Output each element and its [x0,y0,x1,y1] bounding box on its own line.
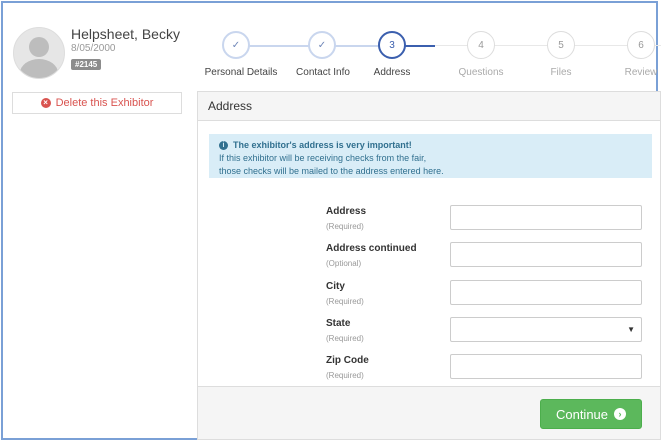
alert-title-text: The exhibitor's address is very importan… [233,140,412,150]
avatar-head [29,37,49,57]
city-sub: (Required) [326,297,364,306]
step-5-label: Files [550,67,572,78]
zip-code-sub: (Required) [326,371,364,380]
zip-code-label: Zip Code [326,355,369,366]
panel-title: Address [208,99,253,113]
step-6-label: Review [624,67,658,78]
zip-code-input[interactable] [450,354,642,379]
step-2-circle[interactable]: ✓ [308,31,336,59]
state-label: State [326,318,351,329]
panel-footer: Continue › [198,386,660,439]
city-input[interactable] [450,280,642,305]
alert-title: i The exhibitor's address is very import… [219,139,642,152]
step-4-label: Questions [458,67,504,78]
step-4-circle: 4 [467,31,495,59]
panel-header: Address [198,92,660,121]
alert-line-1: If this exhibitor will be receiving chec… [219,153,427,163]
step-2-label[interactable]: Contact Info [296,67,350,78]
step-3-circle[interactable]: 3 [378,31,406,59]
times-circle-icon: × [40,98,51,108]
state-select[interactable]: ▼ [450,317,642,342]
alert-line-2: those checks will be mailed to the addre… [219,166,444,176]
step-5-circle: 5 [547,31,575,59]
address-input[interactable] [450,205,642,230]
exhibitor-id-badge: #2145 [71,59,102,70]
delete-exhibitor-label: Delete this Exhibitor [55,97,154,109]
info-circle-icon: i [219,141,228,150]
arrow-circle-right-icon: › [614,408,627,420]
state-sub: (Required) [326,334,364,343]
city-label: City [326,281,345,292]
avatar-body [20,59,58,78]
info-alert: i The exhibitor's address is very import… [209,134,652,178]
exhibitor-name: Helpsheet, Becky [71,26,180,42]
avatar [13,27,65,79]
step-1-circle[interactable]: ✓ [222,31,250,59]
caret-down-icon: ▼ [627,325,635,334]
address-panel: Address i The exhibitor's address is ver… [197,91,661,440]
address-continued-sub: (Optional) [326,259,362,268]
address-label: Address [326,206,367,217]
step-3-label[interactable]: Address [374,67,411,78]
progress-stepper: ✓ ✓ 3 4 5 6 Personal Details Contact Inf… [198,29,661,81]
continue-button[interactable]: Continue › [540,399,642,429]
address-continued-input[interactable] [450,242,642,267]
delete-exhibitor-button[interactable]: × Delete this Exhibitor [12,92,182,114]
step-1-label[interactable]: Personal Details [205,67,278,78]
continue-label: Continue [555,406,609,422]
address-sub: (Required) [326,222,364,231]
step-6-circle: 6 [627,31,655,59]
app-frame: Helpsheet, Becky 8/05/2000 #2145 × Delet… [1,1,661,440]
exhibitor-date: 8/05/2000 [71,43,116,54]
address-continued-label: Address continued [326,243,417,254]
